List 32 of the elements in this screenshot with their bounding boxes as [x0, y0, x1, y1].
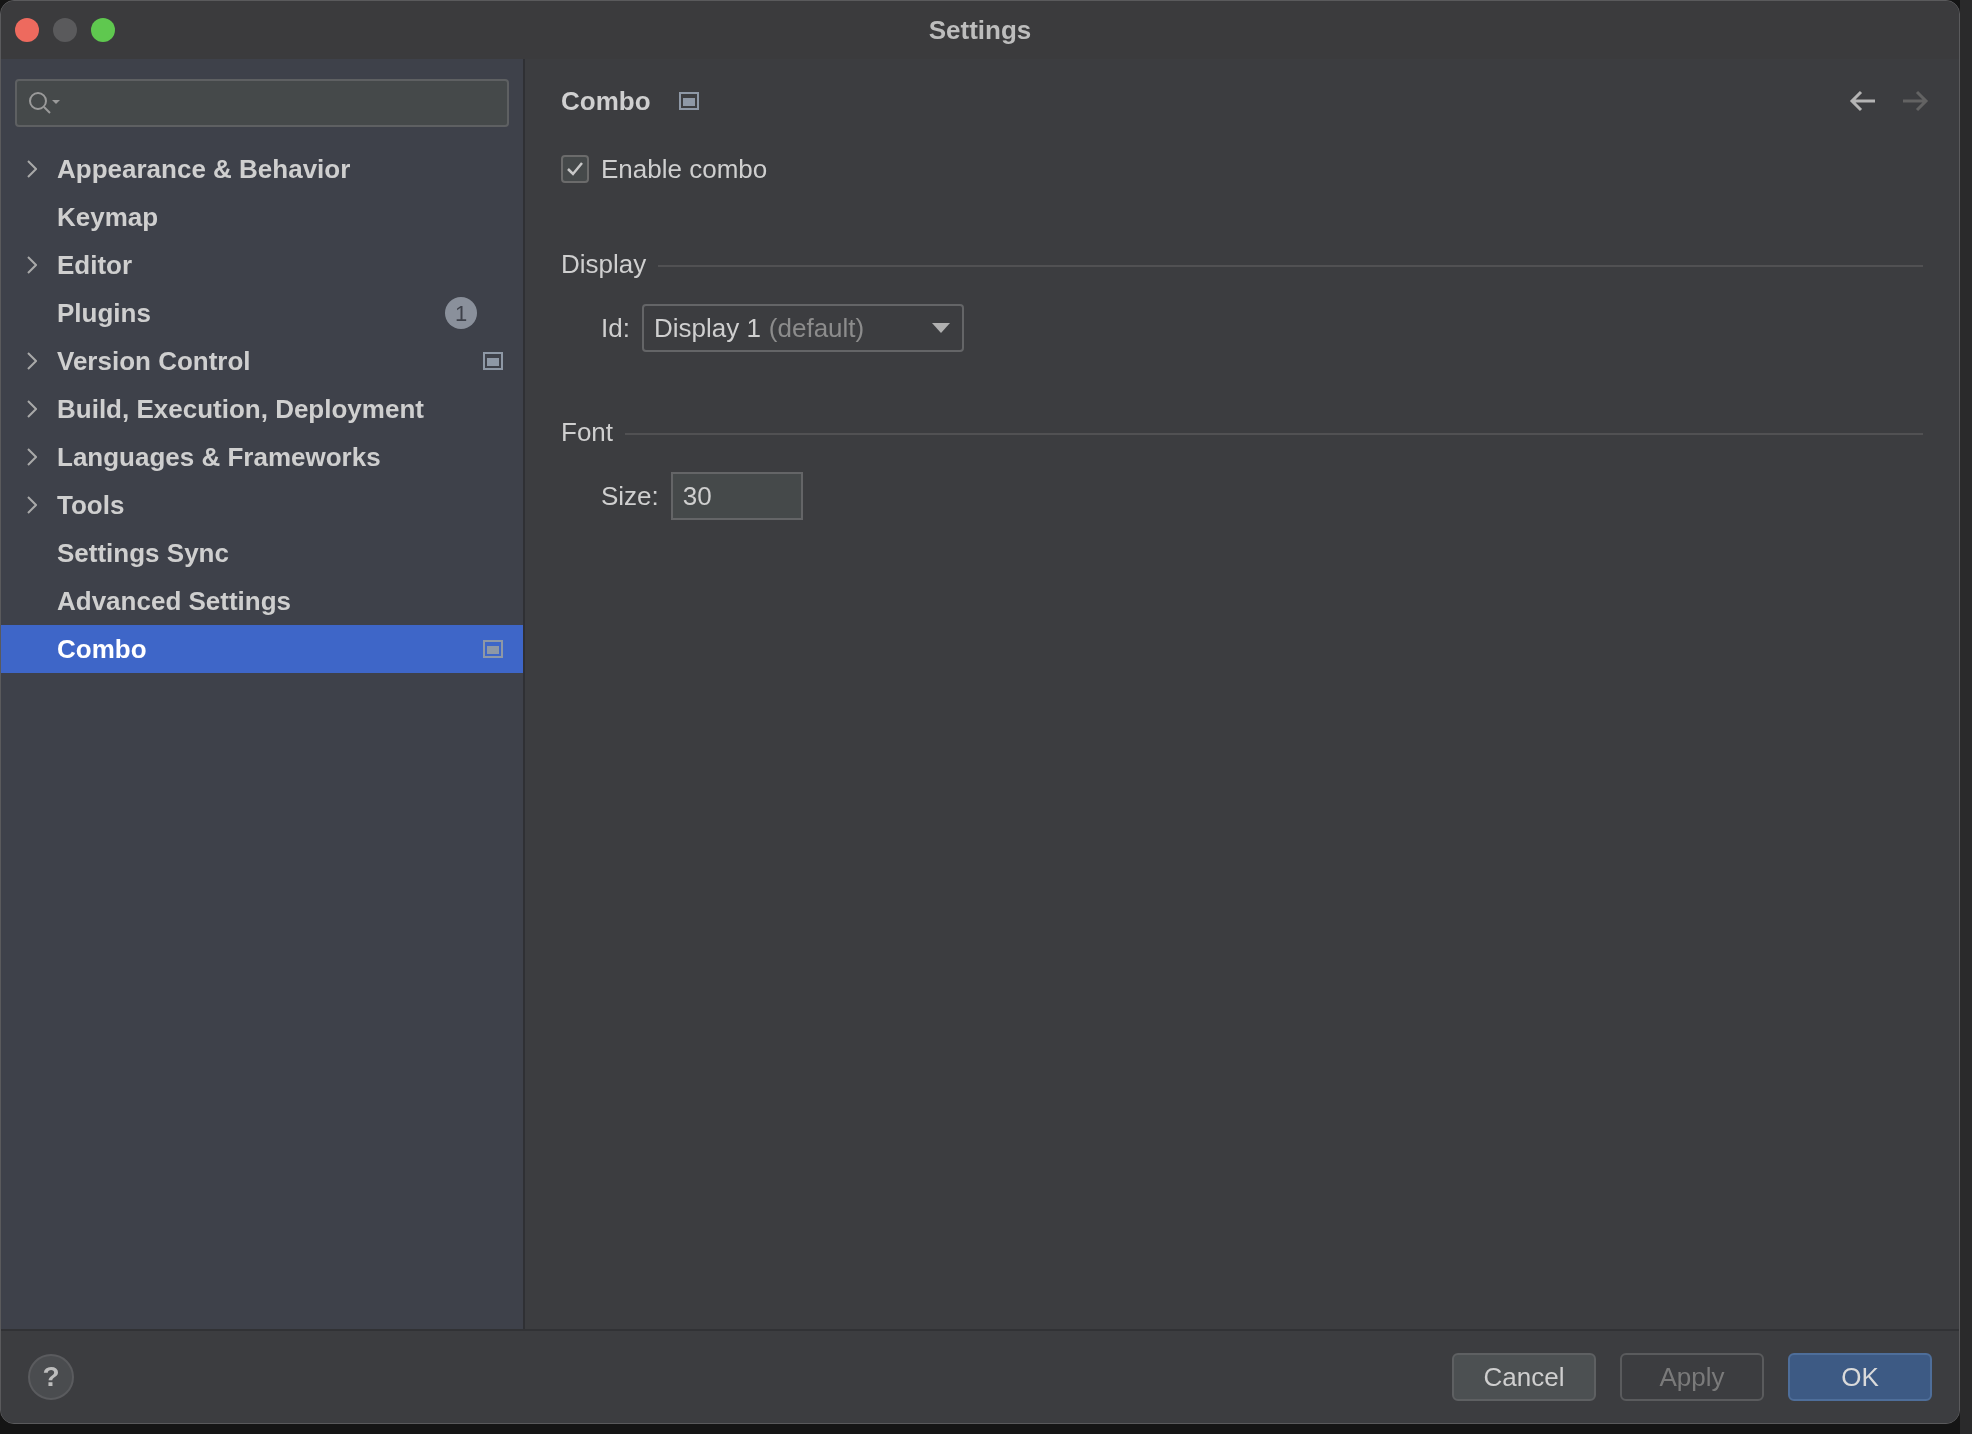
sidebar-item[interactable]: Plugins 1 — [1, 289, 523, 337]
help-button[interactable]: ? — [28, 1354, 74, 1400]
size-input[interactable]: 30 — [670, 472, 803, 520]
dropdown-arrow-icon — [931, 323, 950, 333]
zoom-button[interactable] — [91, 18, 115, 42]
checkbox-label: Enable combo — [601, 152, 768, 186]
sidebar-item[interactable]: Version Control — [1, 337, 523, 385]
sidebar-item[interactable]: Tools — [1, 481, 523, 529]
search-icon — [27, 90, 63, 116]
field-label: Id: — [601, 311, 630, 345]
field-label: Size: — [601, 479, 659, 513]
dialog-button[interactable]: Cancel — [1452, 1353, 1596, 1401]
sidebar-item[interactable]: Keymap — [1, 193, 523, 241]
dialog-button[interactable]: OK — [1788, 1353, 1932, 1401]
section-title: Font — [561, 416, 614, 449]
page-title: Combo — [561, 84, 651, 118]
back-arrow-icon[interactable] — [1849, 90, 1877, 112]
checkmark-icon — [566, 161, 584, 177]
sidebar-item[interactable]: Advanced Settings — [1, 577, 523, 625]
sidebar-item[interactable]: Languages & Frameworks — [1, 433, 523, 481]
sidebar-item[interactable]: Appearance & Behavior — [1, 145, 523, 193]
search-field[interactable] — [15, 79, 509, 127]
display-dropdown[interactable]: Display 1 (default) — [641, 304, 964, 352]
sidebar-item[interactable]: Settings Sync — [1, 529, 523, 577]
sidebar-item[interactable]: Combo — [1, 625, 523, 673]
section-title: Display — [561, 248, 647, 281]
sidebar-item[interactable]: Editor — [1, 241, 523, 289]
checkbox[interactable] — [561, 155, 589, 183]
close-button[interactable] — [15, 18, 39, 42]
count-badge: 1 — [445, 297, 477, 329]
window-title: Settings — [928, 13, 1032, 47]
sidebar-item[interactable]: Build, Execution, Deployment — [1, 385, 523, 433]
